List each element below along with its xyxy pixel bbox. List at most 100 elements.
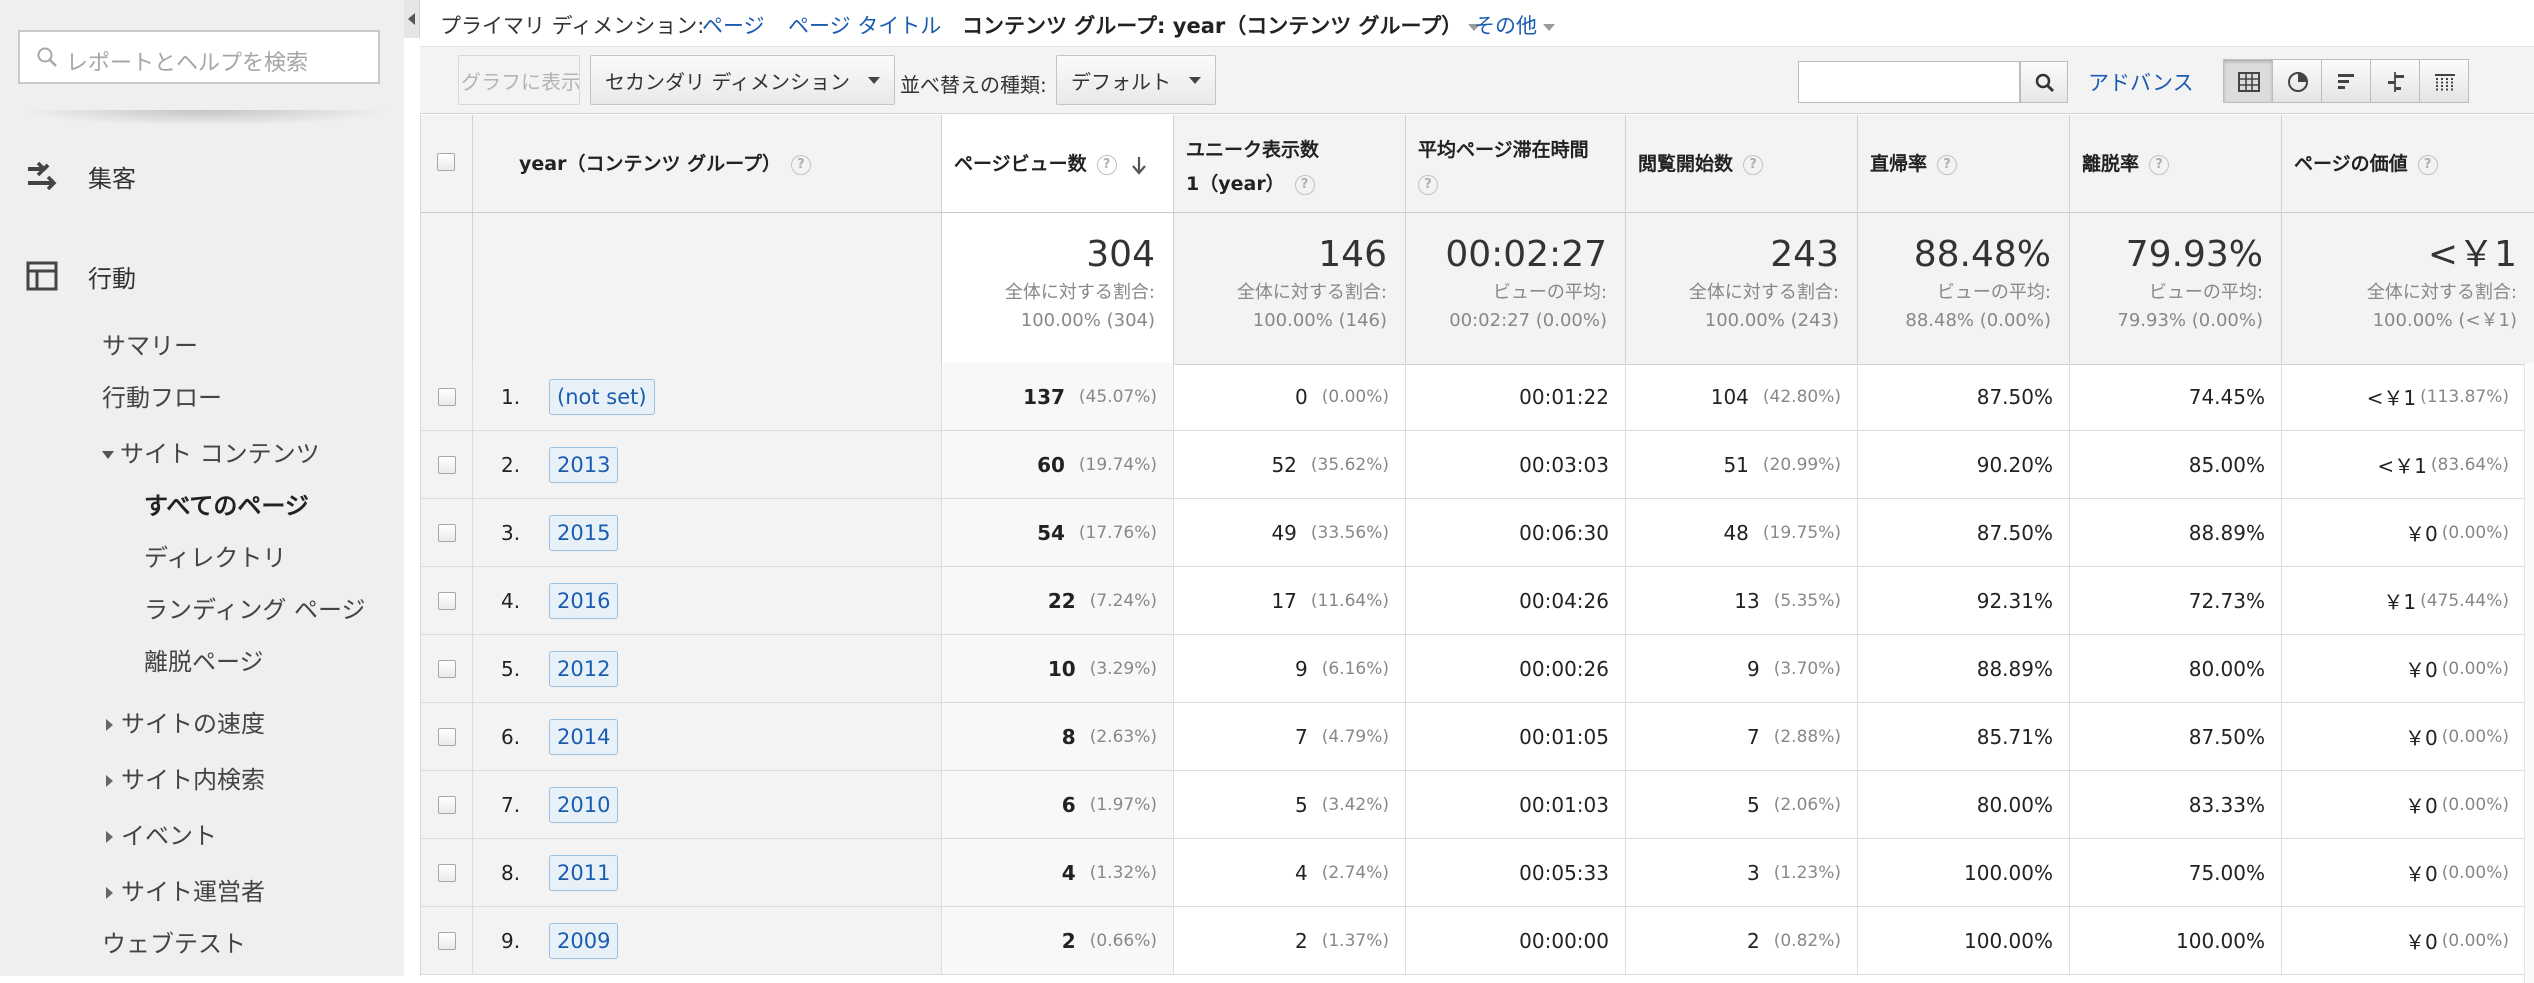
select-all-checkbox[interactable] bbox=[437, 153, 455, 171]
row-page-value: <￥1 bbox=[2366, 386, 2417, 410]
table-grid-icon bbox=[2238, 72, 2260, 92]
summary-detail: 00:02:27 (0.00%) bbox=[1449, 310, 1607, 331]
nav-landing-pages[interactable]: ランディング ページ bbox=[144, 590, 365, 625]
row-unique-views-percent: (3.42%) bbox=[1321, 794, 1389, 815]
collapsed-caret-icon bbox=[106, 775, 113, 787]
row-pageviews: 60 bbox=[1037, 452, 1065, 477]
advanced-filter-link[interactable]: アドバンス bbox=[2088, 67, 2194, 97]
row-exit-rate-cell: 87.50% bbox=[2070, 703, 2282, 771]
help-icon[interactable]: ? bbox=[1294, 174, 1315, 195]
row-checkbox[interactable] bbox=[437, 387, 456, 406]
row-exit-rate: 83.33% bbox=[2188, 792, 2265, 817]
dimension-page-title-link[interactable]: ページ タイトル bbox=[788, 10, 941, 40]
nav-site-content[interactable]: サイト コンテンツ bbox=[102, 434, 320, 469]
row-exit-rate-cell: 85.00% bbox=[2070, 431, 2282, 499]
nav-directory[interactable]: ディレクトリ bbox=[144, 538, 286, 573]
row-index: 3. bbox=[501, 520, 521, 545]
row-dimension-cell: 3. 2015 bbox=[473, 499, 942, 567]
summary-entrances: 243 全体に対する割合: 100.00% (243) bbox=[1626, 213, 1858, 365]
row-select-cell bbox=[421, 703, 473, 771]
dimension-page-link[interactable]: ページ bbox=[702, 10, 765, 40]
row-exit-rate-cell: 83.33% bbox=[2070, 771, 2282, 839]
nav-site-speed-label: サイトの速度 bbox=[121, 710, 265, 738]
row-dimension-link[interactable]: 2012 bbox=[549, 651, 619, 687]
header-avg-time[interactable]: 平均ページ滞在時間? bbox=[1406, 115, 1626, 213]
nav-site-search[interactable]: サイト内検索 bbox=[106, 760, 265, 795]
header-pageviews[interactable]: ページビュー数? bbox=[942, 115, 1174, 213]
row-checkbox[interactable] bbox=[437, 795, 456, 814]
nav-summary[interactable]: サマリー bbox=[102, 326, 198, 361]
row-checkbox[interactable] bbox=[437, 659, 456, 678]
row-dimension-link[interactable]: 2013 bbox=[549, 447, 619, 483]
help-icon[interactable]: ? bbox=[1937, 154, 1958, 175]
nav-exit-pages[interactable]: 離脱ページ bbox=[144, 642, 264, 677]
row-dimension-link[interactable]: 2015 bbox=[549, 515, 619, 551]
row-checkbox[interactable] bbox=[437, 931, 456, 950]
row-unique-views-cell: 49 (33.56%) bbox=[1174, 499, 1406, 567]
row-dimension-link[interactable]: 2010 bbox=[549, 787, 619, 823]
row-pageviews: 6 bbox=[1061, 792, 1076, 817]
header-unique-views[interactable]: ユニーク表示数 1（year）? bbox=[1174, 115, 1406, 213]
nav-behavior-flow[interactable]: 行動フロー bbox=[102, 378, 222, 413]
header-exit-rate[interactable]: 離脱率? bbox=[2070, 115, 2282, 213]
table-filter-search-button[interactable] bbox=[2020, 61, 2068, 103]
row-dimension-link[interactable]: 2014 bbox=[549, 719, 619, 755]
view-percentage-button[interactable] bbox=[2272, 59, 2322, 103]
view-performance-button[interactable] bbox=[2321, 59, 2371, 103]
row-pageviews-percent: (3.29%) bbox=[1089, 658, 1157, 679]
row-dimension-link[interactable]: (not set) bbox=[549, 379, 655, 415]
help-icon[interactable]: ? bbox=[1418, 174, 1438, 195]
header-entrances[interactable]: 閲覧開始数? bbox=[1626, 115, 1858, 213]
row-index: 2. bbox=[501, 452, 521, 477]
help-icon[interactable]: ? bbox=[2149, 154, 2170, 175]
row-dimension-link[interactable]: 2011 bbox=[549, 855, 619, 891]
plot-rows-button[interactable]: グラフに表示 bbox=[458, 55, 580, 105]
row-checkbox[interactable] bbox=[437, 727, 456, 746]
vertical-scrollbar[interactable] bbox=[2524, 363, 2534, 983]
nav-experiments[interactable]: ウェブテスト bbox=[102, 924, 246, 959]
row-checkbox[interactable] bbox=[437, 523, 456, 542]
dimension-other-dropdown[interactable]: その他 bbox=[1474, 10, 1555, 40]
view-comparison-button[interactable] bbox=[2370, 59, 2420, 103]
header-dimension[interactable]: year（コンテンツ グループ）? bbox=[473, 115, 942, 213]
table-filter-input[interactable] bbox=[1798, 61, 2020, 103]
row-exit-rate: 74.45% bbox=[2188, 384, 2265, 409]
row-unique-views-percent: (35.62%) bbox=[1310, 454, 1389, 475]
table-row: 8. 2011 4 (1.32%) 4 (2.74%) 00:05:33 3 (1.2… bbox=[421, 839, 2534, 907]
row-avg-time-cell: 00:05:33 bbox=[1406, 839, 1626, 907]
help-icon[interactable]: ? bbox=[1096, 154, 1117, 175]
row-checkbox[interactable] bbox=[437, 863, 456, 882]
nav-site-speed[interactable]: サイトの速度 bbox=[106, 704, 265, 739]
nav-acquisition[interactable]: 集客 bbox=[0, 146, 404, 206]
help-icon[interactable]: ? bbox=[1743, 154, 1764, 175]
row-unique-views-percent: (1.37%) bbox=[1321, 930, 1389, 951]
row-checkbox[interactable] bbox=[437, 455, 456, 474]
help-icon[interactable]: ? bbox=[790, 154, 811, 175]
header-page-value[interactable]: ページの価値? bbox=[2282, 115, 2534, 213]
row-entrances-percent: (42.80%) bbox=[1762, 386, 1841, 407]
sort-type-dropdown[interactable]: デフォルト bbox=[1056, 55, 1216, 105]
sidebar-collapse-button[interactable] bbox=[404, 0, 420, 38]
dimension-content-group[interactable]: コンテンツ グループ: year（コンテンツ グループ） bbox=[962, 10, 1481, 40]
view-pivot-button[interactable] bbox=[2419, 59, 2469, 103]
row-unique-views-percent: (4.79%) bbox=[1321, 726, 1389, 747]
summary-dimension-cell bbox=[473, 213, 942, 365]
row-dimension-link[interactable]: 2016 bbox=[549, 583, 619, 619]
chevron-down-icon bbox=[1543, 23, 1555, 31]
summary-exit-rate: 79.93% ビューの平均: 79.93% (0.00%) bbox=[2070, 213, 2282, 365]
nav-behavior[interactable]: 行動 bbox=[0, 246, 404, 306]
nav-publisher[interactable]: サイト運営者 bbox=[106, 872, 265, 907]
header-bounce-rate[interactable]: 直帰率? bbox=[1858, 115, 2070, 213]
nav-events[interactable]: イベント bbox=[106, 816, 217, 851]
row-unique-views-cell: 17 (11.64%) bbox=[1174, 567, 1406, 635]
view-data-table-button[interactable] bbox=[2223, 59, 2273, 103]
row-index: 4. bbox=[501, 588, 521, 613]
help-icon[interactable]: ? bbox=[2417, 154, 2438, 175]
summary-detail: 100.00% (243) bbox=[1704, 310, 1839, 331]
row-checkbox[interactable] bbox=[437, 591, 456, 610]
row-dimension-link[interactable]: 2009 bbox=[549, 923, 619, 959]
row-dimension-cell: 1. (not set) bbox=[473, 363, 942, 431]
secondary-dimension-dropdown[interactable]: セカンダリ ディメンション bbox=[590, 55, 895, 105]
report-search-input[interactable]: レポートとヘルプを検索 bbox=[18, 30, 380, 84]
nav-all-pages[interactable]: すべてのページ bbox=[144, 486, 309, 521]
